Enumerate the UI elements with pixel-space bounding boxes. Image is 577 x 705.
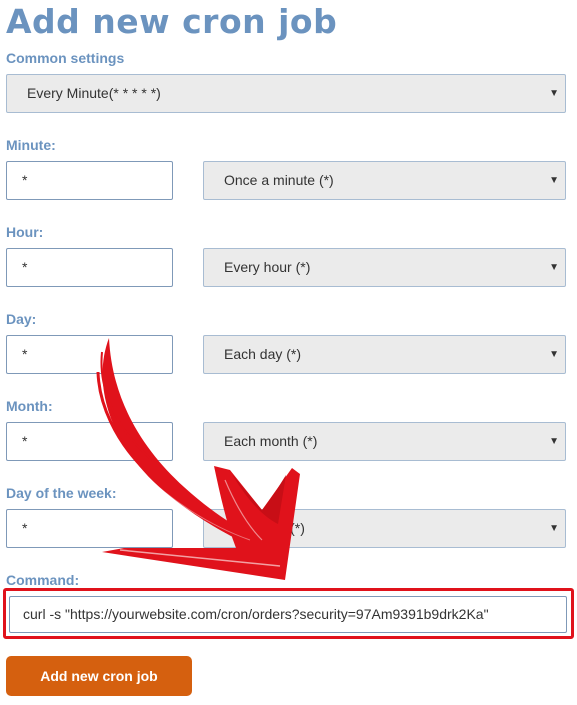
- month-input[interactable]: *: [6, 422, 173, 461]
- page-title: Add new cron job: [6, 2, 338, 41]
- month-select-value: Each month (*): [224, 433, 318, 449]
- command-input[interactable]: curl -s "https://yourwebsite.com/cron/or…: [9, 596, 567, 633]
- hour-select-value: Every hour (*): [224, 259, 311, 275]
- chevron-down-icon: ▼: [549, 88, 559, 99]
- weekday-label: Day of the week:: [6, 485, 117, 501]
- hour-label: Hour:: [6, 224, 44, 240]
- day-select-value: Each day (*): [224, 346, 302, 362]
- weekday-input[interactable]: *: [6, 509, 173, 548]
- minute-select-value: Once a minute (*): [224, 172, 334, 188]
- chevron-down-icon: ▼: [549, 262, 559, 273]
- hour-select[interactable]: Every hour (*) ▼: [203, 248, 566, 287]
- day-label: Day:: [6, 311, 37, 327]
- common-settings-select[interactable]: Every Minute(* * * * *) ▼: [6, 74, 566, 113]
- weekday-select-value: Every day (*): [224, 520, 305, 536]
- chevron-down-icon: ▼: [549, 436, 559, 447]
- chevron-down-icon: ▼: [549, 175, 559, 186]
- month-select[interactable]: Each month (*) ▼: [203, 422, 566, 461]
- common-settings-value: Every Minute(* * * * *): [27, 85, 161, 101]
- minute-label: Minute:: [6, 137, 56, 153]
- minute-select[interactable]: Once a minute (*) ▼: [203, 161, 566, 200]
- minute-input[interactable]: *: [6, 161, 173, 200]
- command-label: Command:: [6, 572, 80, 588]
- add-cron-job-button[interactable]: Add new cron job: [6, 656, 192, 696]
- weekday-select[interactable]: Every day (*) ▼: [203, 509, 566, 548]
- month-label: Month:: [6, 398, 53, 414]
- hour-input[interactable]: *: [6, 248, 173, 287]
- chevron-down-icon: ▼: [549, 523, 559, 534]
- chevron-down-icon: ▼: [549, 349, 559, 360]
- day-select[interactable]: Each day (*) ▼: [203, 335, 566, 374]
- day-input[interactable]: *: [6, 335, 173, 374]
- common-settings-label: Common settings: [6, 50, 125, 66]
